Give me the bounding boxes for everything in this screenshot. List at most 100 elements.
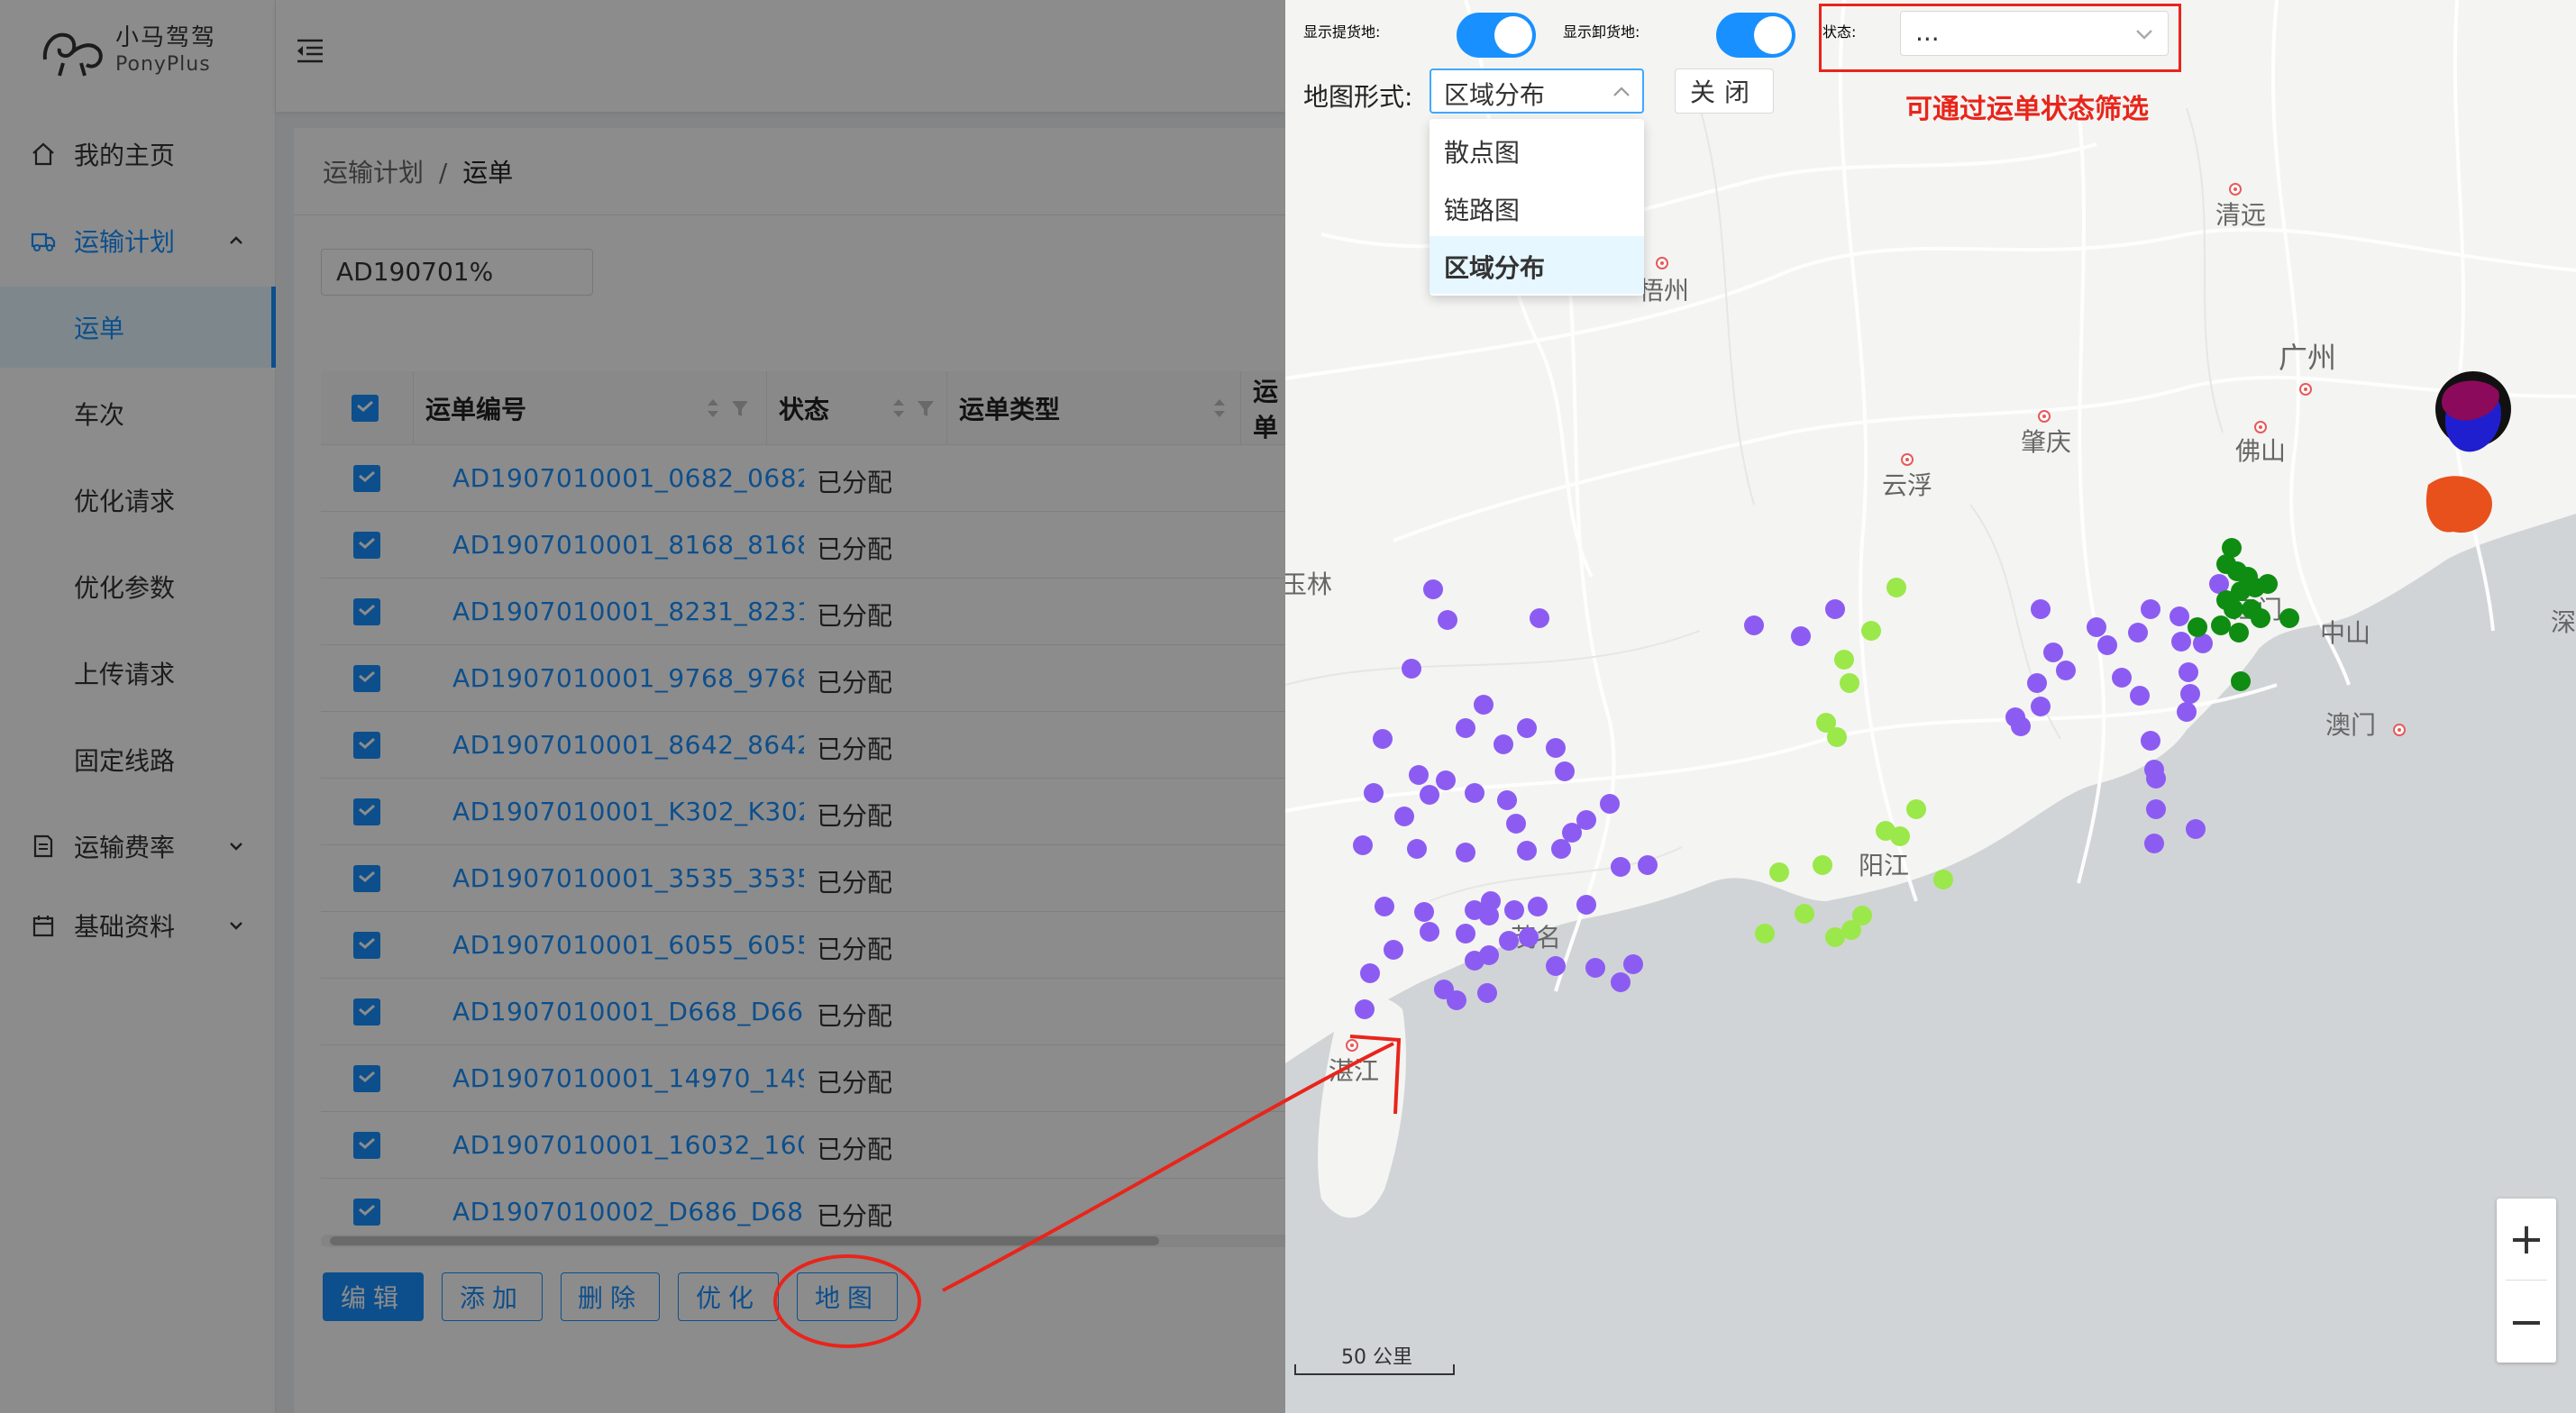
waybill-point — [1744, 615, 1764, 635]
waybill-point — [2141, 731, 2160, 751]
waybill-point — [1795, 904, 1814, 924]
waybill-point — [2188, 617, 2207, 637]
waybill-point — [1611, 857, 1631, 877]
waybill-point — [1600, 794, 1620, 814]
waybill-point — [1623, 954, 1643, 974]
waybill-point — [1861, 621, 1881, 641]
waybill-point — [1479, 906, 1499, 925]
map-drawer: 清远 广州 佛山 肇庆 云浮 梧州 玉林 中山 澳门 深 江门 阳江 茂名 湛江… — [1285, 0, 2576, 1413]
tms-app: 小马驾驾 PonyPlus 我的主页 运输计划 运单 车次 优化请求 优化参数 … — [0, 0, 1312, 1413]
city-label: 玉林 — [1285, 570, 1332, 599]
waybill-point — [2251, 608, 2270, 628]
waybill-point — [1373, 729, 1393, 749]
waybill-point — [2027, 673, 2047, 693]
waybill-point — [1407, 839, 1427, 859]
waybill-point — [1456, 843, 1475, 862]
waybill-point — [2211, 615, 2231, 635]
waybill-point — [1479, 945, 1499, 965]
waybill-point — [2031, 599, 2051, 619]
zoom-in-button[interactable]: + — [2497, 1199, 2556, 1280]
zoom-out-button[interactable]: − — [2497, 1281, 2556, 1363]
waybill-point — [2171, 632, 2191, 652]
waybill-point — [1420, 785, 1439, 805]
city-label: 肇庆 — [2021, 427, 2071, 457]
city-label: 澳门 — [2325, 710, 2376, 740]
zoom-control: + − — [2497, 1199, 2556, 1363]
waybill-point — [2224, 599, 2243, 619]
option-route[interactable]: 链路图 — [1430, 178, 1644, 236]
waybill-point — [1840, 673, 1859, 693]
show-pickup-label: 显示提货地: — [1303, 23, 1381, 41]
waybill-point — [1477, 983, 1497, 1003]
waybill-point — [1394, 807, 1414, 826]
waybill-point — [2128, 623, 2148, 643]
annotation-highlight-box — [1819, 4, 2181, 72]
waybill-point — [1791, 626, 1811, 646]
waybill-point — [1827, 727, 1847, 747]
waybill-point — [1530, 608, 1549, 628]
waybill-point — [2056, 661, 2076, 680]
waybill-point — [1551, 839, 1571, 859]
waybill-point — [1409, 765, 1429, 785]
waybill-point — [1638, 855, 1658, 875]
show-pickup-toggle[interactable] — [1457, 13, 1536, 58]
map-form-select[interactable]: 区域分布 — [1430, 68, 1644, 114]
map-form-label: 地图形式: — [1303, 82, 1413, 112]
option-scatter[interactable]: 散点图 — [1430, 121, 1644, 178]
waybill-point — [1499, 931, 1519, 951]
waybill-point — [1384, 940, 1403, 960]
waybill-point — [2031, 697, 2051, 716]
waybill-point — [1611, 972, 1631, 992]
waybill-point — [1555, 761, 1575, 781]
waybill-point — [2179, 662, 2198, 682]
waybill-point — [1825, 599, 1845, 619]
city-label: 云浮 — [1882, 470, 1932, 500]
waybill-point — [1517, 718, 1537, 738]
waybill-point — [1360, 963, 1380, 983]
waybill-point — [1755, 924, 1775, 944]
city-label: 清远 — [2215, 200, 2266, 230]
waybill-point — [1436, 770, 1456, 790]
drawer-overlay-mask[interactable] — [0, 0, 1285, 1413]
map-form-dropdown: 散点图 链路图 区域分布 — [1430, 119, 1644, 296]
waybill-point — [2141, 599, 2160, 619]
waybill-point — [2005, 707, 2025, 727]
waybill-point — [1546, 738, 1566, 758]
waybill-point — [1504, 900, 1524, 920]
waybill-point — [1933, 870, 1953, 889]
annotation-hint: 可通过运单状态筛选 — [1905, 94, 2149, 125]
waybill-point — [1519, 927, 1539, 947]
waybill-point — [2130, 686, 2150, 706]
waybill-point — [1886, 578, 1906, 597]
waybill-point — [1834, 650, 1854, 670]
waybill-point — [1852, 906, 1872, 925]
waybill-point — [1375, 897, 1394, 916]
option-region[interactable]: 区域分布 — [1430, 236, 1644, 294]
waybill-point — [1506, 814, 1526, 834]
waybill-point — [2144, 834, 2164, 853]
waybill-point — [1423, 579, 1443, 599]
city-label: 阳江 — [1859, 851, 1909, 880]
waybill-point — [2043, 643, 2063, 662]
close-button[interactable]: 关闭 — [1675, 68, 1774, 114]
waybill-point — [1364, 783, 1384, 803]
waybill-point — [1456, 924, 1475, 944]
show-delivery-toggle[interactable] — [1716, 13, 1795, 58]
waybill-point — [1447, 990, 1466, 1010]
waybill-point — [2186, 819, 2206, 839]
waybill-point — [1438, 610, 1457, 630]
waybill-point — [2112, 668, 2132, 688]
city-label: 梧州 — [1639, 276, 1689, 305]
waybill-point — [1494, 734, 1513, 754]
waybill-point — [1906, 799, 1926, 819]
waybill-point — [1414, 902, 1434, 922]
waybill-point — [1585, 958, 1605, 978]
waybill-point — [2087, 617, 2106, 637]
waybill-point — [2180, 684, 2200, 704]
app-root: 小马驾驾 PonyPlus 我的主页 运输计划 运单 车次 优化请求 优化参数 … — [0, 0, 2576, 1413]
waybill-point — [2258, 574, 2278, 594]
waybill-point — [1355, 999, 1375, 1019]
chevron-up-icon — [1613, 87, 1630, 96]
waybill-point — [2229, 623, 2249, 643]
waybill-point — [1517, 841, 1537, 861]
